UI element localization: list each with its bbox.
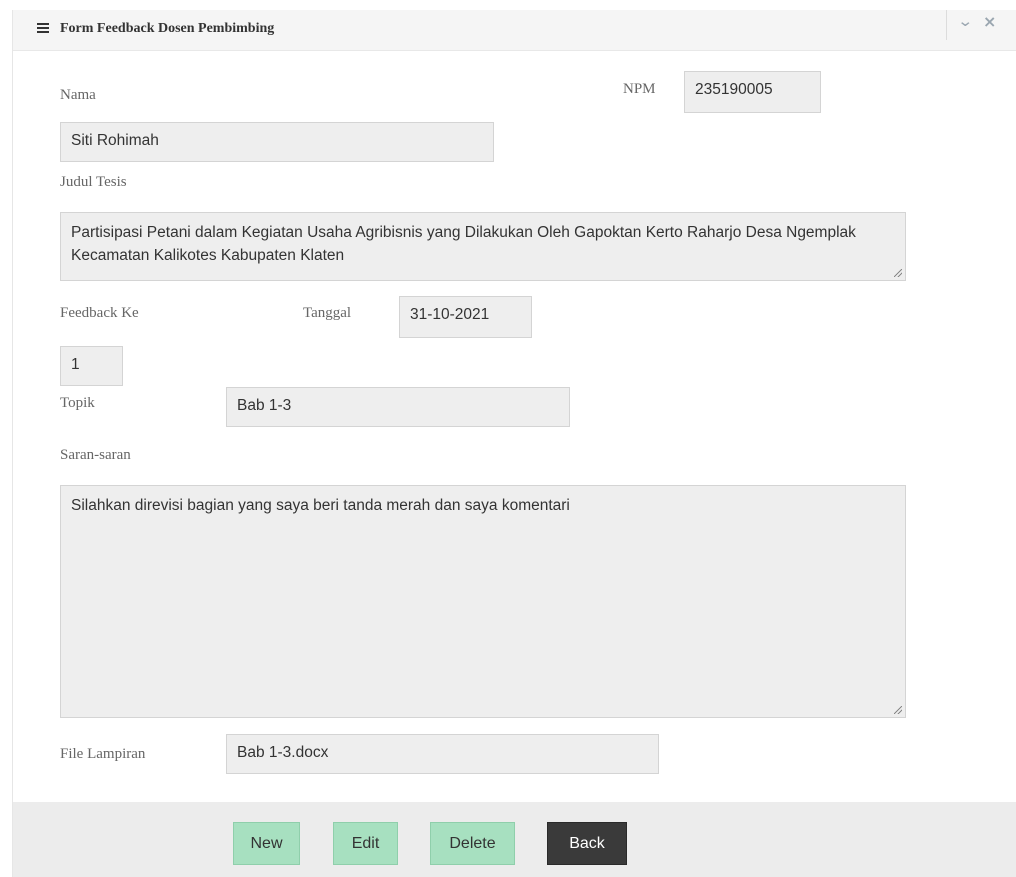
delete-button[interactable]: Delete xyxy=(430,822,515,865)
feedback-ke-label: Feedback Ke xyxy=(60,305,139,321)
header-divider xyxy=(946,10,947,40)
judul-tesis-label: Judul Tesis xyxy=(60,174,127,190)
nama-field[interactable]: Siti Rohimah xyxy=(60,122,494,162)
nama-label: Nama xyxy=(60,87,96,103)
saran-saran-textarea[interactable]: Silahkan direvisi bagian yang saya beri … xyxy=(60,485,906,718)
file-lampiran-field[interactable]: Bab 1-3.docx xyxy=(226,734,659,774)
topik-field[interactable]: Bab 1-3 xyxy=(226,387,570,427)
resize-handle-icon[interactable] xyxy=(894,706,902,714)
chevron-down-icon[interactable]: ⌄ xyxy=(957,12,973,30)
judul-tesis-textarea[interactable]: Partisipasi Petani dalam Kegiatan Usaha … xyxy=(60,212,906,281)
tanggal-label: Tanggal xyxy=(303,305,352,321)
file-lampiran-label: File Lampiran xyxy=(60,746,146,762)
feedback-ke-field[interactable]: 1 xyxy=(60,346,123,386)
npm-field[interactable]: 235190005 xyxy=(684,71,821,113)
panel-title: Form Feedback Dosen Pembimbing xyxy=(60,21,275,36)
judul-tesis-text: Partisipasi Petani dalam Kegiatan Usaha … xyxy=(71,224,856,264)
form-panel: Form Feedback Dosen Pembimbing ⌄ × Nama … xyxy=(12,10,1016,877)
topik-label: Topik xyxy=(60,395,95,411)
panel-header: Form Feedback Dosen Pembimbing ⌄ × xyxy=(13,10,1016,51)
back-button[interactable]: Back xyxy=(547,822,627,865)
close-icon[interactable]: × xyxy=(983,12,996,31)
saran-saran-label: Saran-saran xyxy=(60,447,131,463)
new-button[interactable]: New xyxy=(233,822,300,865)
edit-button[interactable]: Edit xyxy=(333,822,398,865)
resize-handle-icon[interactable] xyxy=(894,269,902,277)
tanggal-field[interactable]: 31-10-2021 xyxy=(399,296,532,338)
saran-saran-text: Silahkan direvisi bagian yang saya beri … xyxy=(71,497,570,514)
hamburger-menu-icon[interactable] xyxy=(37,23,49,33)
npm-label: NPM xyxy=(623,81,656,97)
